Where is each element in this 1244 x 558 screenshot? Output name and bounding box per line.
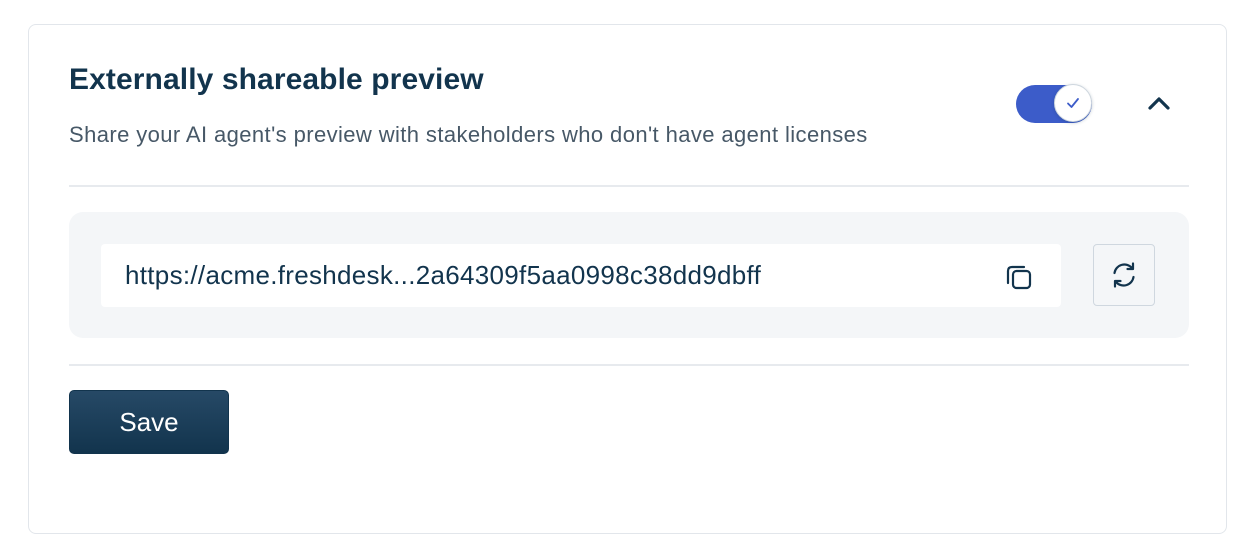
section-title: Externally shareable preview (69, 63, 484, 96)
check-icon (1067, 98, 1079, 108)
header-divider (69, 185, 1189, 187)
collapse-section-button[interactable] (1143, 87, 1175, 119)
share-link-panel: https://acme.freshdesk...2a64309f5aa0998… (69, 212, 1189, 338)
chevron-up-icon (1148, 97, 1170, 110)
share-url-text: https://acme.freshdesk...2a64309f5aa0998… (125, 260, 762, 290)
toggle-knob (1054, 84, 1092, 122)
section-subtitle: Share your AI agent's preview with stake… (69, 122, 868, 147)
regenerate-url-button[interactable] (1093, 244, 1155, 306)
share-url-field[interactable]: https://acme.freshdesk...2a64309f5aa0998… (101, 244, 1061, 307)
refresh-icon (1113, 262, 1135, 288)
share-preview-card: Externally shareable preview Share your … (28, 24, 1227, 534)
footer-divider (69, 364, 1189, 366)
copy-url-button[interactable] (1001, 259, 1037, 295)
share-preview-toggle[interactable] (1016, 84, 1092, 123)
copy-icon (1006, 265, 1032, 290)
save-button[interactable]: Save (69, 390, 229, 454)
